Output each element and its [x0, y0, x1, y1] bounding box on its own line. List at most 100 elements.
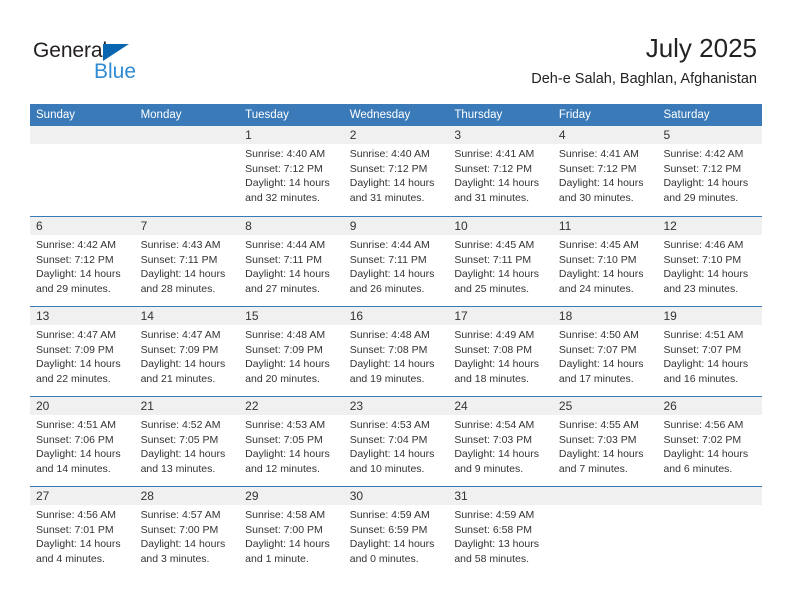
daylight-text-line2: and 6 minutes.: [663, 462, 733, 475]
day-number-band: [30, 126, 135, 144]
sunrise-text: Sunrise: 4:59 AM: [349, 509, 430, 521]
day-cell[interactable]: 12 Sunrise: 4:46 AM Sunset: 7:10 PM Dayl…: [657, 217, 763, 306]
day-cell[interactable]: 15 Sunrise: 4:48 AM Sunset: 7:09 PM Dayl…: [239, 307, 344, 396]
day-cell-body: Sunrise: 4:42 AM Sunset: 7:12 PM Dayligh…: [657, 144, 762, 205]
day-number: 4: [558, 128, 566, 142]
sunrise-text: Sunrise: 4:56 AM: [36, 509, 116, 521]
day-cell[interactable]: 11 Sunrise: 4:45 AM Sunset: 7:10 PM Dayl…: [552, 217, 658, 306]
day-cell[interactable]: 24 Sunrise: 4:54 AM Sunset: 7:03 PM Dayl…: [448, 397, 553, 486]
sunrise-text: Sunrise: 4:49 AM: [454, 329, 535, 341]
sunrise-text: Sunrise: 4:55 AM: [558, 419, 639, 431]
sunset-text: Sunset: 7:03 PM: [558, 433, 637, 446]
day-number: 24: [454, 399, 468, 413]
weekday-header-thursday: Thursday: [454, 109, 503, 121]
day-cell[interactable]: [134, 126, 240, 216]
daylight-text-line2: and 10 minutes.: [349, 462, 425, 475]
day-number-band: 23: [343, 397, 449, 415]
daylight-text-line1: Daylight: 14 hours: [663, 268, 749, 281]
day-cell-body: Sunrise: 4:47 AM Sunset: 7:09 PM Dayligh…: [135, 325, 240, 386]
day-cell[interactable]: 25 Sunrise: 4:55 AM Sunset: 7:03 PM Dayl…: [552, 397, 658, 486]
sunset-text: Sunset: 7:12 PM: [36, 253, 114, 266]
day-cell[interactable]: [657, 487, 763, 576]
page-subtitle: Deh-e Salah, Baghlan, Afghanistan: [531, 71, 757, 87]
day-cell[interactable]: 1 Sunrise: 4:40 AM Sunset: 7:12 PM Dayli…: [239, 126, 344, 216]
day-cell[interactable]: 4 Sunrise: 4:41 AM Sunset: 7:12 PM Dayli…: [552, 126, 658, 216]
day-cell[interactable]: 29 Sunrise: 4:58 AM Sunset: 7:00 PM Dayl…: [239, 487, 344, 576]
day-number-band: 20: [30, 397, 135, 415]
sunrise-text: Sunrise: 4:54 AM: [454, 419, 535, 431]
day-number-band: 1: [239, 126, 344, 144]
sunrise-text: Sunrise: 4:47 AM: [140, 329, 221, 341]
day-cell[interactable]: 20 Sunrise: 4:51 AM Sunset: 7:06 PM Dayl…: [30, 397, 135, 486]
day-number: 2: [349, 128, 357, 142]
daylight-text-line2: and 18 minutes.: [454, 372, 530, 385]
day-cell[interactable]: 13 Sunrise: 4:47 AM Sunset: 7:09 PM Dayl…: [30, 307, 135, 396]
daylight-text-line2: and 14 minutes.: [36, 462, 111, 475]
day-cell[interactable]: 28 Sunrise: 4:57 AM Sunset: 7:00 PM Dayl…: [134, 487, 240, 576]
day-cell[interactable]: 9 Sunrise: 4:44 AM Sunset: 7:11 PM Dayli…: [343, 217, 449, 306]
day-cell-body: Sunrise: 4:49 AM Sunset: 7:08 PM Dayligh…: [448, 325, 553, 386]
sunset-text: Sunset: 7:01 PM: [36, 523, 114, 536]
day-cell-body: Sunrise: 4:59 AM Sunset: 6:59 PM Dayligh…: [344, 505, 449, 566]
day-number: 7: [140, 219, 148, 233]
day-number: 15: [245, 309, 259, 323]
day-number: 9: [349, 219, 357, 233]
day-cell-body: Sunrise: 4:56 AM Sunset: 7:01 PM Dayligh…: [30, 505, 135, 566]
weekday-header-sunday: Sunday: [36, 109, 76, 121]
page-title: July 2025: [645, 33, 757, 63]
sunset-text: Sunset: 7:11 PM: [245, 253, 323, 266]
sunset-text: Sunset: 7:00 PM: [140, 523, 219, 536]
day-cell[interactable]: 27 Sunrise: 4:56 AM Sunset: 7:01 PM Dayl…: [30, 487, 135, 576]
day-cell[interactable]: [552, 487, 658, 576]
day-number-band: 13: [30, 307, 135, 325]
generalblue-logo: General Blue: [33, 39, 163, 85]
day-number-band: 4: [552, 126, 658, 144]
day-cell[interactable]: 23 Sunrise: 4:53 AM Sunset: 7:04 PM Dayl…: [343, 397, 449, 486]
day-cell-body: Sunrise: 4:58 AM Sunset: 7:00 PM Dayligh…: [239, 505, 344, 566]
day-cell-body: Sunrise: 4:56 AM Sunset: 7:02 PM Dayligh…: [657, 415, 762, 476]
day-cell[interactable]: 19 Sunrise: 4:51 AM Sunset: 7:07 PM Dayl…: [657, 307, 763, 396]
day-cell[interactable]: 22 Sunrise: 4:53 AM Sunset: 7:05 PM Dayl…: [239, 397, 344, 486]
day-cell[interactable]: 18 Sunrise: 4:50 AM Sunset: 7:07 PM Dayl…: [552, 307, 658, 396]
day-cell-body: Sunrise: 4:52 AM Sunset: 7:05 PM Dayligh…: [135, 415, 240, 476]
day-cell[interactable]: 8 Sunrise: 4:44 AM Sunset: 7:11 PM Dayli…: [239, 217, 344, 306]
daylight-text-line1: Daylight: 14 hours: [349, 448, 435, 461]
daylight-text-line2: and 17 minutes.: [558, 372, 634, 385]
day-cell[interactable]: 2 Sunrise: 4:40 AM Sunset: 7:12 PM Dayli…: [343, 126, 449, 216]
daylight-text-line2: and 19 minutes.: [349, 372, 425, 385]
day-number-band: 21: [134, 397, 240, 415]
day-number-band: 26: [657, 397, 763, 415]
day-number-band: 18: [552, 307, 658, 325]
day-cell[interactable]: 14 Sunrise: 4:47 AM Sunset: 7:09 PM Dayl…: [134, 307, 240, 396]
day-cell[interactable]: 30 Sunrise: 4:59 AM Sunset: 6:59 PM Dayl…: [343, 487, 449, 576]
sunrise-text: Sunrise: 4:57 AM: [140, 509, 221, 521]
sunrise-text: Sunrise: 4:56 AM: [663, 419, 744, 431]
sunrise-text: Sunrise: 4:44 AM: [349, 239, 430, 251]
day-cell[interactable]: 10 Sunrise: 4:45 AM Sunset: 7:11 PM Dayl…: [448, 217, 553, 306]
daylight-text-line2: and 58 minutes.: [454, 552, 530, 565]
sunset-text: Sunset: 7:05 PM: [245, 433, 323, 446]
sunset-text: Sunset: 7:10 PM: [558, 253, 637, 266]
day-cell-body: Sunrise: 4:45 AM Sunset: 7:11 PM Dayligh…: [448, 235, 553, 296]
day-cell[interactable]: 21 Sunrise: 4:52 AM Sunset: 7:05 PM Dayl…: [134, 397, 240, 486]
day-cell[interactable]: 7 Sunrise: 4:43 AM Sunset: 7:11 PM Dayli…: [134, 217, 240, 306]
day-cell[interactable]: [30, 126, 135, 216]
daylight-text-line2: and 25 minutes.: [454, 282, 530, 295]
day-cell[interactable]: 17 Sunrise: 4:49 AM Sunset: 7:08 PM Dayl…: [448, 307, 553, 396]
daylight-text-line2: and 4 minutes.: [36, 552, 105, 565]
day-cell[interactable]: 16 Sunrise: 4:48 AM Sunset: 7:08 PM Dayl…: [343, 307, 449, 396]
day-cell[interactable]: 5 Sunrise: 4:42 AM Sunset: 7:12 PM Dayli…: [657, 126, 763, 216]
day-cell[interactable]: 26 Sunrise: 4:56 AM Sunset: 7:02 PM Dayl…: [657, 397, 763, 486]
day-cell[interactable]: 31 Sunrise: 4:59 AM Sunset: 6:58 PM Dayl…: [448, 487, 553, 576]
sunset-text: Sunset: 7:12 PM: [349, 162, 428, 175]
day-cell[interactable]: 6 Sunrise: 4:42 AM Sunset: 7:12 PM Dayli…: [30, 217, 135, 306]
day-cell[interactable]: 3 Sunrise: 4:41 AM Sunset: 7:12 PM Dayli…: [448, 126, 553, 216]
sunset-text: Sunset: 7:07 PM: [663, 343, 742, 356]
sunrise-text: Sunrise: 4:53 AM: [245, 419, 326, 431]
day-number: 22: [245, 399, 259, 413]
day-number: 1: [245, 128, 252, 142]
daylight-text-line1: Daylight: 14 hours: [245, 358, 330, 371]
daylight-text-line2: and 3 minutes.: [140, 552, 210, 565]
daylight-text-line2: and 0 minutes.: [349, 552, 419, 565]
calendar-grid: Sunday Monday Tuesday Wednesday Thursday…: [30, 104, 763, 576]
